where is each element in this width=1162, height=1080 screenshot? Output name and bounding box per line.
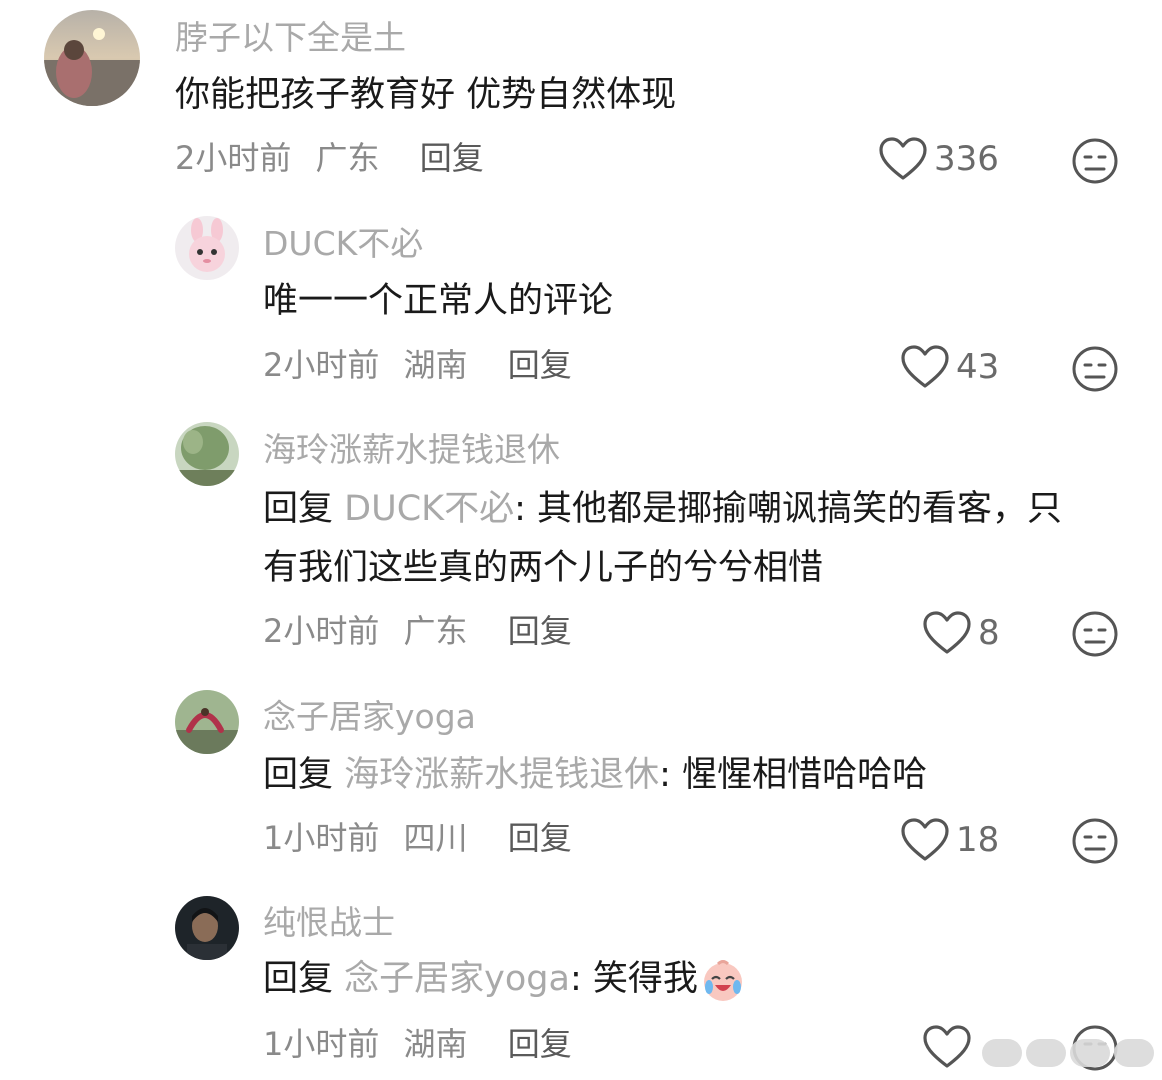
laugh-crying-emoji xyxy=(700,957,746,1003)
reply-prefix: 回复 xyxy=(263,755,334,795)
watermark xyxy=(934,1032,1154,1074)
comment-meta: 1小时前 湖南 回复 xyxy=(263,1028,572,1060)
avatar[interactable] xyxy=(44,10,140,106)
mention-link[interactable]: 念子居家yoga xyxy=(344,959,570,999)
timestamp: 2小时前 xyxy=(263,612,380,650)
location: 四川 xyxy=(403,819,468,857)
comment-text-line-2: 有我们这些真的两个儿子的兮兮相惜 xyxy=(263,548,824,588)
reply-prefix: 回复 xyxy=(263,959,334,999)
dislike-button[interactable] xyxy=(1071,345,1119,393)
like-count: 18 xyxy=(956,820,1000,860)
like-button[interactable]: 336 xyxy=(878,136,999,182)
comment-item: 脖子以下全是土 你能把孩子教育好 优势自然体现 2小时前 广东 回复 336 xyxy=(0,0,1162,210)
comment-text: 回复 DUCK不必: 其他都是揶揄嘲讽搞笑的看客，只 有我们这些真的两个儿子的兮… xyxy=(263,480,1062,598)
watermark-block xyxy=(1114,1039,1154,1067)
comment-meta: 1小时前 四川 回复 xyxy=(263,822,572,854)
location: 湖南 xyxy=(403,346,468,384)
dislike-button[interactable] xyxy=(1071,817,1119,865)
location: 湖南 xyxy=(403,1025,468,1063)
avatar[interactable] xyxy=(175,422,239,486)
neutral-face-icon xyxy=(1072,611,1118,657)
comment-text: 唯一一个正常人的评论 xyxy=(263,281,614,321)
mention-link[interactable]: DUCK不必 xyxy=(344,489,514,529)
heart-outline-icon xyxy=(901,818,949,861)
heart-outline-icon xyxy=(879,137,927,180)
watermark-block xyxy=(1070,1039,1110,1067)
username[interactable]: 念子居家yoga xyxy=(263,700,476,733)
like-button[interactable]: 18 xyxy=(900,817,999,863)
username[interactable]: 纯恨战士 xyxy=(263,906,395,939)
watermark-block xyxy=(1026,1039,1066,1067)
comment-text-line-1: : 其他都是揶揄嘲讽搞笑的看客，只 xyxy=(514,489,1063,529)
like-button[interactable]: 43 xyxy=(900,344,999,390)
username[interactable]: 脖子以下全是土 xyxy=(175,21,406,54)
neutral-face-icon xyxy=(1072,818,1118,864)
location: 广东 xyxy=(315,139,380,177)
comment-text: 回复 念子居家yoga: 笑得我 xyxy=(263,950,746,1009)
neutral-face-icon xyxy=(1072,346,1118,392)
heart-outline-icon xyxy=(901,345,949,388)
username[interactable]: 海玲涨薪水提钱退休 xyxy=(263,433,560,466)
like-button[interactable]: 8 xyxy=(922,610,1000,656)
comment-meta: 2小时前 湖南 回复 xyxy=(263,349,572,381)
reply-button[interactable]: 回复 xyxy=(420,139,484,177)
avatar[interactable] xyxy=(175,690,239,754)
avatar[interactable] xyxy=(175,216,239,280)
comment-text-body: : 惺惺相惜哈哈哈 xyxy=(659,755,928,795)
portrait-avatar-image xyxy=(175,896,239,960)
timestamp: 1小时前 xyxy=(263,819,380,857)
like-count: 8 xyxy=(978,613,1000,653)
username[interactable]: DUCK不必 xyxy=(263,227,423,260)
timestamp: 1小时前 xyxy=(263,1025,380,1063)
watermark-block xyxy=(982,1039,1022,1067)
comment-text: 回复 海玲涨薪水提钱退休: 惺惺相惜哈哈哈 xyxy=(263,746,927,805)
reply-item: 海玲涨薪水提钱退休 回复 DUCK不必: 其他都是揶揄嘲讽搞笑的看客，只 有我们… xyxy=(0,410,1162,680)
comment-text-body: : 笑得我 xyxy=(569,959,698,999)
location: 广东 xyxy=(403,612,468,650)
yoga-avatar-image xyxy=(175,690,239,754)
comment-text: 你能把孩子教育好 优势自然体现 xyxy=(175,75,677,115)
dislike-button[interactable] xyxy=(1071,610,1119,658)
dislike-button[interactable] xyxy=(1071,137,1119,185)
reply-item: DUCK不必 唯一一个正常人的评论 2小时前 湖南 回复 43 xyxy=(0,210,1162,410)
trees-avatar-image xyxy=(175,422,239,486)
like-count: 336 xyxy=(934,139,999,179)
pink-bunny-avatar-image xyxy=(175,216,239,280)
comment-meta: 2小时前 广东 回复 xyxy=(175,142,484,174)
heart-outline-icon xyxy=(923,611,971,654)
sunset-avatar-image xyxy=(44,10,140,106)
timestamp: 2小时前 xyxy=(175,139,292,177)
neutral-face-icon xyxy=(1072,138,1118,184)
reply-button[interactable]: 回复 xyxy=(508,612,572,650)
reply-item: 念子居家yoga 回复 海玲涨薪水提钱退休: 惺惺相惜哈哈哈 1小时前 四川 回… xyxy=(0,680,1162,880)
reply-prefix: 回复 xyxy=(263,489,334,529)
reply-button[interactable]: 回复 xyxy=(508,1025,572,1063)
mention-link[interactable]: 海玲涨薪水提钱退休 xyxy=(344,755,659,795)
timestamp: 2小时前 xyxy=(263,346,380,384)
comment-meta: 2小时前 广东 回复 xyxy=(263,615,572,647)
avatar[interactable] xyxy=(175,896,239,960)
reply-button[interactable]: 回复 xyxy=(508,819,572,857)
reply-button[interactable]: 回复 xyxy=(508,346,572,384)
like-count: 43 xyxy=(956,347,1000,387)
